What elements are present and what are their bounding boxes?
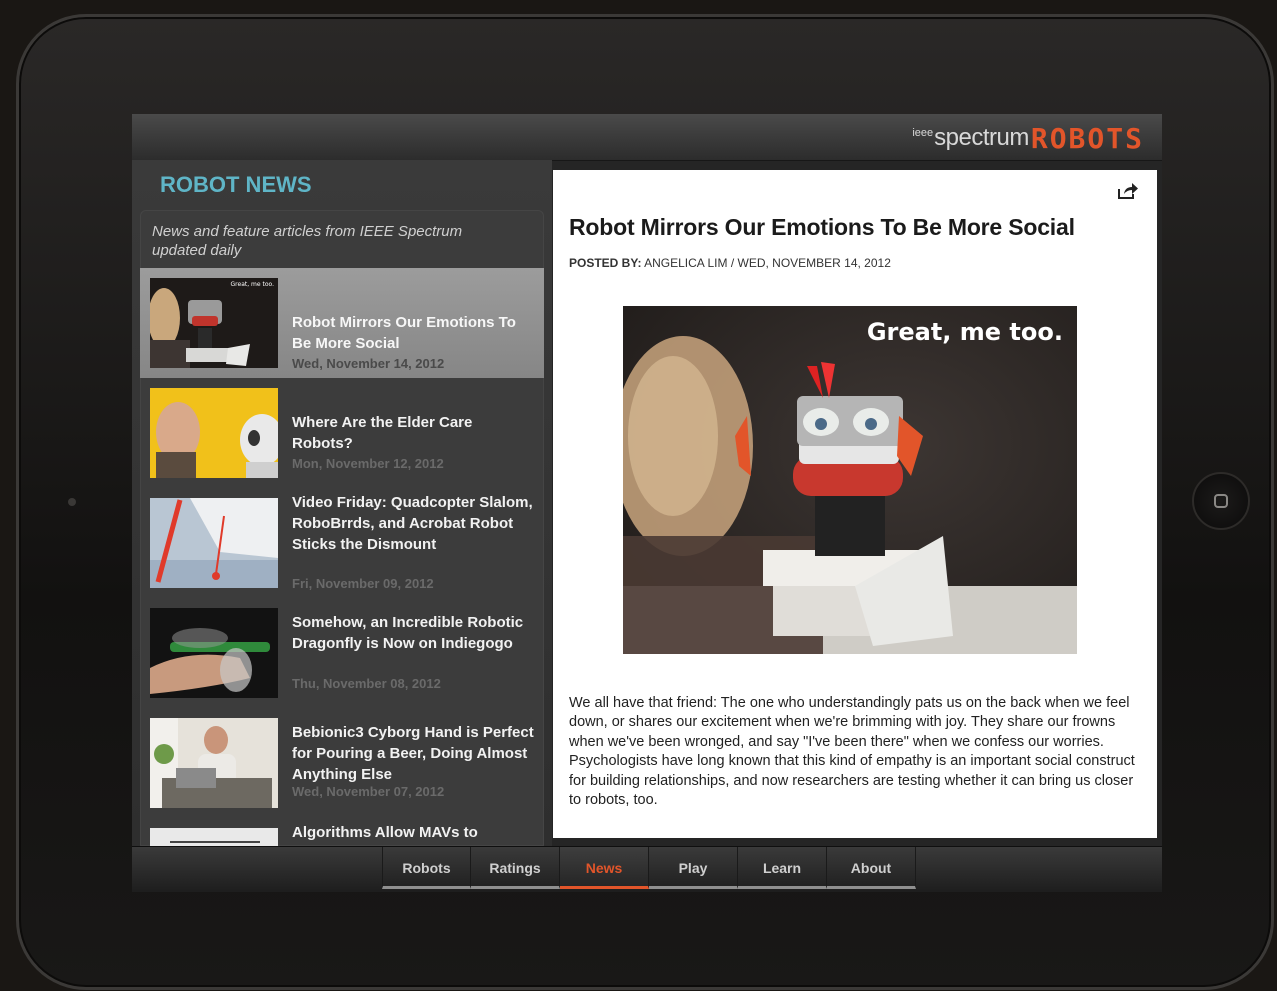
brand-ieee: ieee bbox=[912, 126, 934, 139]
article-hero-image[interactable]: Great, me too. bbox=[623, 306, 1077, 654]
posted-by-label: POSTED BY: bbox=[569, 256, 642, 270]
news-list-item[interactable]: Great, me too. Robot Mirrors Our Emotion… bbox=[140, 268, 544, 378]
news-thumbnail bbox=[150, 828, 278, 846]
tab-news[interactable]: News bbox=[560, 847, 649, 889]
news-list-item[interactable]: Bebionic3 Cyborg Hand is Perfect for Pou… bbox=[140, 708, 544, 818]
posted-by-meta: ANGELICA LIM / WED, NOVEMBER 14, 2012 bbox=[644, 256, 891, 270]
tabs: Robots Ratings News Play Learn About bbox=[382, 847, 916, 889]
news-date: Thu, November 08, 2012 bbox=[292, 676, 441, 691]
sidebar-title: ROBOT NEWS bbox=[160, 172, 312, 197]
home-button-icon[interactable] bbox=[1192, 472, 1250, 530]
news-thumbnail bbox=[150, 608, 278, 698]
news-list-item[interactable]: Somehow, an Incredible Robotic Dragonfly… bbox=[140, 598, 544, 708]
news-list[interactable]: News and feature articles from IEEE Spec… bbox=[140, 210, 544, 846]
news-list-intro: News and feature articles from IEEE Spec… bbox=[152, 223, 463, 259]
article-byline: POSTED BY: ANGELICA LIM / WED, NOVEMBER … bbox=[569, 256, 891, 270]
article-body: We all have that friend: The one who und… bbox=[569, 695, 1135, 809]
top-bar: ieee spectrum ROBOTS bbox=[132, 114, 1162, 161]
thumb-caption: Great, me too. bbox=[231, 281, 275, 288]
tab-play[interactable]: Play bbox=[649, 847, 738, 889]
tab-bar: Robots Ratings News Play Learn About bbox=[132, 846, 1162, 892]
news-thumbnail bbox=[150, 498, 278, 588]
brand-logo: ieee spectrum ROBOTS bbox=[912, 121, 1144, 155]
news-title: Somehow, an Incredible Robotic Dragonfly… bbox=[292, 614, 524, 652]
tab-learn[interactable]: Learn bbox=[738, 847, 827, 889]
news-date: Wed, November 07, 2012 bbox=[292, 784, 445, 799]
news-thumbnail bbox=[150, 718, 278, 808]
news-title: Video Friday: Quadcopter Slalom, RoboBrr… bbox=[292, 494, 533, 553]
news-sidebar: ROBOT NEWS News and feature articles fro… bbox=[132, 160, 552, 846]
news-date: Mon, November 12, 2012 bbox=[292, 456, 444, 471]
app-screen: ieee spectrum ROBOTS ROBOT NEWS News and… bbox=[132, 114, 1162, 892]
front-camera bbox=[68, 498, 76, 506]
brand-robots: ROBOTS bbox=[1030, 121, 1144, 155]
news-thumbnail: Great, me too. bbox=[150, 278, 278, 368]
news-title: Bebionic3 Cyborg Hand is Perfect for Pou… bbox=[292, 724, 534, 783]
tab-about[interactable]: About bbox=[827, 847, 916, 889]
share-icon[interactable] bbox=[1117, 182, 1139, 200]
news-list-item[interactable]: Video Friday: Quadcopter Slalom, RoboBrr… bbox=[140, 488, 544, 598]
news-title: Robot Mirrors Our Emotions To Be More So… bbox=[292, 314, 516, 352]
news-thumbnail bbox=[150, 388, 278, 478]
news-date: Fri, November 09, 2012 bbox=[292, 576, 434, 591]
article-panel: Robot Mirrors Our Emotions To Be More So… bbox=[553, 170, 1157, 838]
news-title: Algorithms Allow MAVs to bbox=[292, 824, 478, 841]
news-title: Where Are the Elder Care Robots? bbox=[292, 414, 473, 452]
news-list-item[interactable]: Where Are the Elder Care Robots? Mon, No… bbox=[140, 378, 544, 488]
tab-ratings[interactable]: Ratings bbox=[471, 847, 560, 889]
news-date: Wed, November 14, 2012 bbox=[292, 356, 445, 371]
hero-caption: Great, me too. bbox=[867, 318, 1063, 346]
article-title: Robot Mirrors Our Emotions To Be More So… bbox=[569, 214, 1075, 240]
brand-spectrum: spectrum bbox=[934, 124, 1029, 151]
tab-robots[interactable]: Robots bbox=[382, 847, 471, 889]
news-list-item[interactable]: Algorithms Allow MAVs to bbox=[140, 818, 544, 846]
